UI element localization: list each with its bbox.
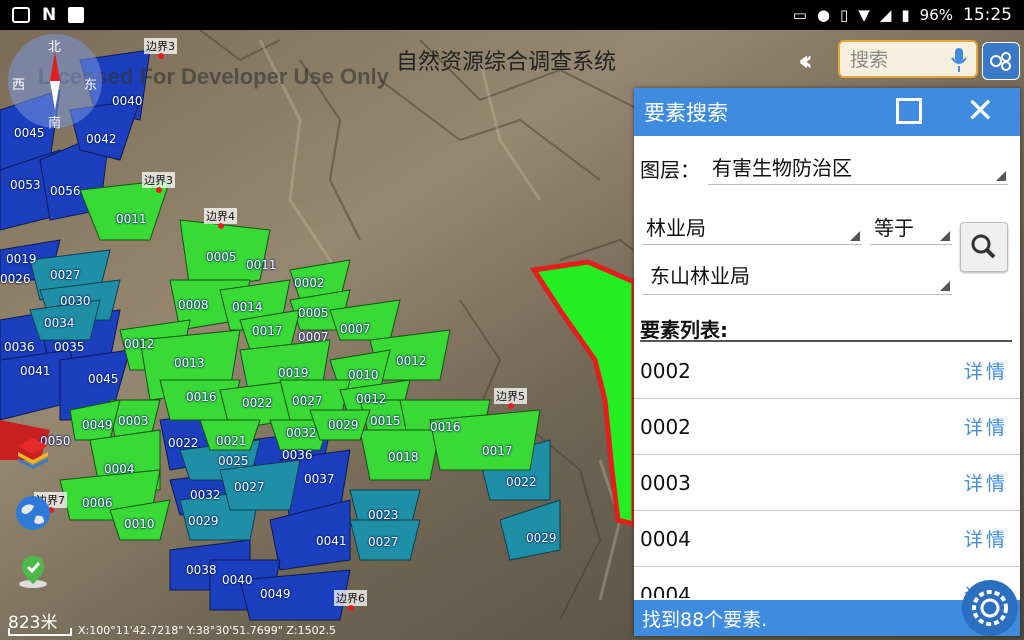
dropdown-arrow-icon xyxy=(850,231,860,241)
detail-link[interactable]: 详情 xyxy=(964,525,1008,552)
wifi-icon: ▼ xyxy=(858,6,870,24)
zone-0027c xyxy=(349,519,421,561)
globe-icon[interactable] xyxy=(14,494,52,532)
feature-list[interactable]: 0002 详情 0002 详情 0003 详情 0004 详情 0004 详情 xyxy=(634,343,1020,598)
operator-select-value: 等于 xyxy=(874,216,914,240)
dropdown-arrow-icon xyxy=(940,231,950,241)
panel-title: 要素搜索 xyxy=(644,101,728,125)
clock: 15:25 xyxy=(963,5,1012,25)
feature-search-panel: 要素搜索 ✕ 图层： 有害生物防治区 林业局 等于 东山林业局 要素列表: 00… xyxy=(634,88,1020,636)
square-notification-icon xyxy=(68,7,85,23)
panel-header: 要素搜索 ✕ xyxy=(634,88,1020,136)
app-title: 自然资源综合调查系统 xyxy=(396,50,617,75)
zone-0017b xyxy=(429,409,541,471)
field-select-value: 林业局 xyxy=(646,216,706,240)
item-value: 0004 xyxy=(640,582,691,599)
search-button[interactable] xyxy=(960,222,1008,272)
list-item[interactable]: 0003 详情 xyxy=(634,455,1020,511)
close-icon[interactable]: ✕ xyxy=(966,94,995,128)
battery-icon: ▮ xyxy=(901,6,910,24)
collapse-chevron-icon[interactable]: ‹‹ xyxy=(798,44,813,77)
feature-list-title: 要素列表: xyxy=(640,318,728,342)
cast-icon: ▭ xyxy=(792,6,807,24)
item-value: 0003 xyxy=(640,470,691,495)
scale-bar xyxy=(8,628,72,636)
item-value: 0002 xyxy=(640,358,691,383)
search-box[interactable] xyxy=(838,40,978,78)
zone-0021 xyxy=(199,419,261,451)
item-value: 0004 xyxy=(640,526,691,551)
search-input[interactable] xyxy=(848,48,948,72)
n-notification-icon: N xyxy=(42,5,57,25)
coordinate-readout: X:100°11'42.7218" Y:38°30'51.7699" Z:150… xyxy=(78,624,337,637)
item-value: 0002 xyxy=(640,414,691,439)
battery-percent: 96% xyxy=(919,6,953,24)
detail-link[interactable]: 详情 xyxy=(964,469,1008,496)
dropdown-arrow-icon xyxy=(940,281,950,291)
zone-0018 xyxy=(359,429,441,481)
layer-select[interactable]: 有害生物防治区 xyxy=(708,152,1008,185)
detail-link[interactable]: 详情 xyxy=(964,357,1008,384)
location-pin-icon[interactable] xyxy=(14,552,52,590)
maximize-icon[interactable] xyxy=(896,98,922,124)
list-divider xyxy=(640,340,1012,342)
layer-select-value: 有害生物防治区 xyxy=(712,156,852,180)
layers-tool-icon xyxy=(990,52,1011,71)
compass[interactable]: 北 西 东 南 xyxy=(8,34,102,131)
operator-select[interactable]: 等于 xyxy=(870,212,952,245)
inbox-notification-icon xyxy=(12,7,30,23)
zone-0029c xyxy=(309,409,371,441)
dropdown-arrow-icon xyxy=(996,171,1006,181)
magnifier-icon xyxy=(971,234,996,259)
query-value: 东山林业局 xyxy=(650,264,750,288)
compass-needle-icon xyxy=(50,52,60,110)
layer-label: 图层： xyxy=(640,158,700,182)
layers-stack-icon[interactable] xyxy=(14,432,52,470)
microphone-icon[interactable] xyxy=(950,46,968,74)
vibrate-icon: ▯ xyxy=(840,6,849,24)
signal-icon: ◢ xyxy=(879,6,892,24)
list-item[interactable]: 0002 详情 xyxy=(634,399,1020,455)
gear-icon xyxy=(972,590,1008,626)
status-bar: N ▭ ● ▯ ▼ ◢ ▮ 96% 15:25 xyxy=(0,0,1024,30)
field-select[interactable]: 林业局 xyxy=(642,212,862,245)
map-tools-button[interactable] xyxy=(982,42,1020,80)
settings-button[interactable] xyxy=(962,580,1018,636)
location-icon: ● xyxy=(816,6,831,24)
list-item[interactable]: 0002 详情 xyxy=(634,343,1020,399)
detail-link[interactable]: 详情 xyxy=(964,413,1008,440)
query-value-select[interactable]: 东山林业局 xyxy=(642,260,952,295)
list-item[interactable]: 0004 详情 xyxy=(634,511,1020,567)
